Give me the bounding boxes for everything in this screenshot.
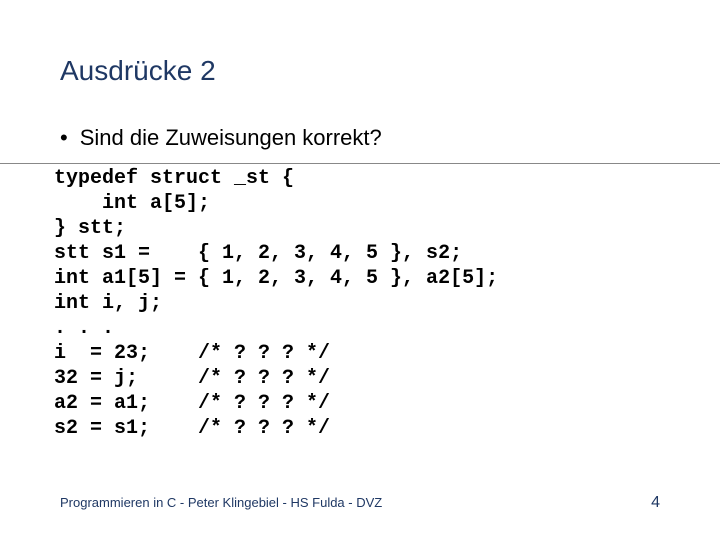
bullet-item: • Sind die Zuweisungen korrekt?	[60, 125, 660, 151]
divider-line	[0, 163, 720, 164]
footer-text: Programmieren in C - Peter Klingebiel - …	[60, 495, 382, 510]
question-text: Sind die Zuweisungen korrekt?	[80, 125, 382, 151]
slide-title: Ausdrücke 2	[60, 55, 660, 87]
bullet-marker: •	[60, 127, 68, 149]
footer: Programmieren in C - Peter Klingebiel - …	[60, 494, 660, 512]
code-block: typedef struct _st { int a[5]; } stt; st…	[54, 166, 660, 441]
page-number: 4	[651, 494, 660, 512]
slide-content: Ausdrücke 2 • Sind die Zuweisungen korre…	[0, 0, 720, 540]
